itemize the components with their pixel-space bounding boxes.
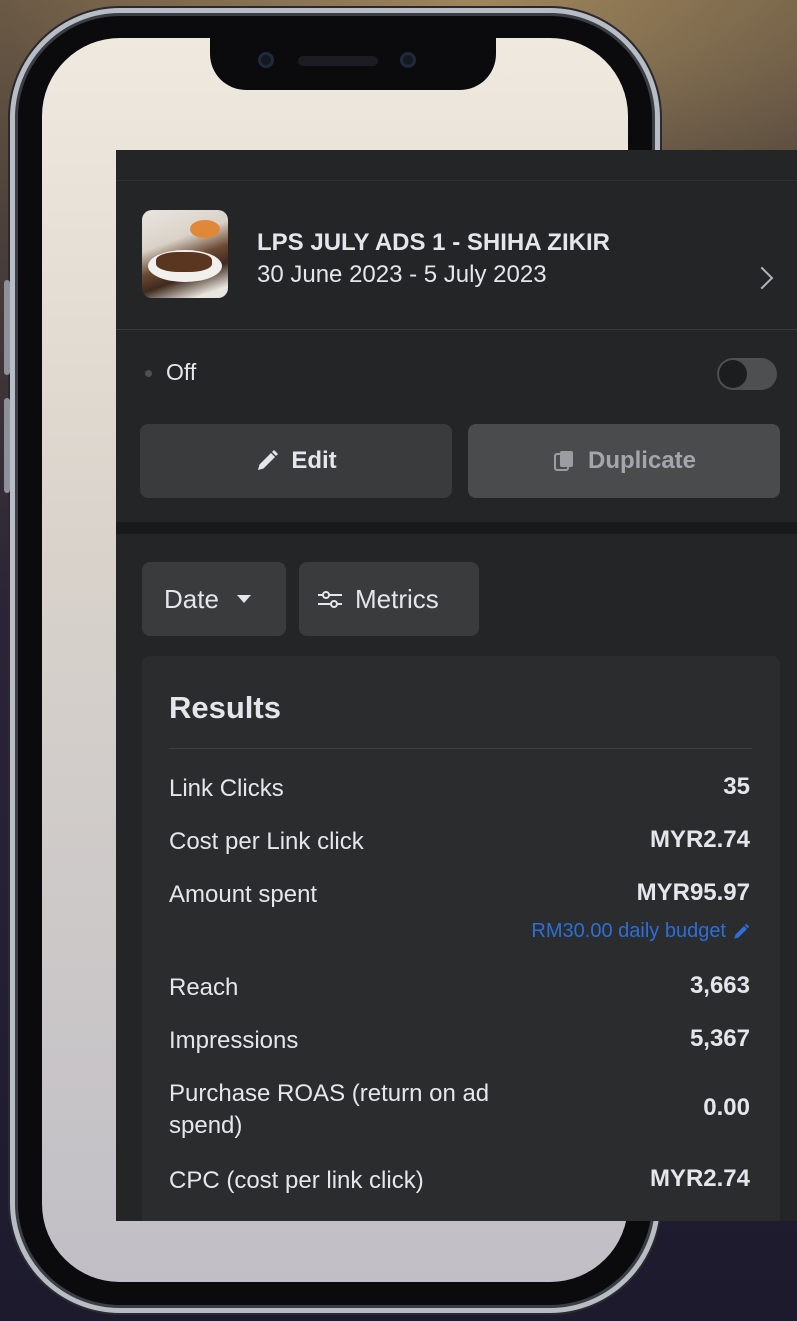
ad-status-toggle[interactable] xyxy=(717,358,777,390)
metric-label-link-clicks: Link Clicks xyxy=(169,775,284,802)
ad-summary-row[interactable]: LPS JULY ADS 1 - SHIHA ZIKIR 30 June 202… xyxy=(116,181,797,330)
phone-volume-up-button xyxy=(4,280,10,375)
ad-details-panel: LPS JULY ADS 1 - SHIHA ZIKIR 30 June 202… xyxy=(116,150,797,1221)
metric-label-amount-spent: Amount spent xyxy=(169,881,318,908)
chevron-right-icon[interactable] xyxy=(750,266,774,290)
status-dot xyxy=(145,370,152,377)
metric-value-impressions: 5,367 xyxy=(689,1025,750,1052)
phone-volume-down-button xyxy=(4,398,10,493)
results-card: Results Link Clicks 35 Cost per Link cli… xyxy=(142,656,780,1221)
metric-label-impressions: Impressions xyxy=(169,1027,299,1054)
front-camera-icon xyxy=(258,52,274,68)
duplicate-button-label: Duplicate xyxy=(587,447,697,474)
date-filter-button[interactable]: Date xyxy=(142,562,286,636)
ad-thumbnail xyxy=(142,210,228,298)
results-title: Results xyxy=(169,690,281,725)
duplicate-button[interactable]: Duplicate xyxy=(468,424,780,498)
metric-label-purchase-roas: Purchase ROAS (return on ad spend) xyxy=(169,1080,490,1140)
pencil-icon xyxy=(258,450,279,470)
metric-value-cost-per-link-click: MYR2.74 xyxy=(649,826,750,853)
metric-label-reach: Reach xyxy=(169,974,239,1001)
metric-label-cpc: CPC (cost per link click) xyxy=(169,1167,424,1194)
pencil-small-icon xyxy=(734,923,750,939)
sliders-icon xyxy=(318,591,342,608)
status-label: Off xyxy=(166,359,197,385)
metrics-filter-label: Metrics xyxy=(355,583,439,614)
toggle-knob xyxy=(719,360,747,388)
metric-value-link-clicks: 35 xyxy=(723,773,750,800)
speaker-grille xyxy=(298,56,378,66)
sensor-icon xyxy=(400,52,416,68)
edit-button[interactable]: Edit xyxy=(140,424,452,498)
daily-budget-label: RM30.00 daily budget xyxy=(531,920,726,942)
metric-value-amount-spent: MYR95.97 xyxy=(636,879,750,906)
metric-value-purchase-roas: 0.00 xyxy=(703,1094,750,1121)
ad-name: LPS JULY ADS 1 - SHIHA ZIKIR xyxy=(257,229,610,256)
ad-date-range: 30 June 2023 - 5 July 2023 xyxy=(257,261,547,288)
duplicate-icon xyxy=(553,451,573,471)
metrics-filter-button[interactable]: Metrics xyxy=(299,562,479,636)
results-divider xyxy=(169,748,752,749)
caret-down-icon xyxy=(236,595,251,603)
metric-value-reach: 3,663 xyxy=(689,972,750,999)
edit-button-label: Edit xyxy=(291,447,337,474)
section-separator xyxy=(116,522,797,534)
metric-value-cpc: MYR2.74 xyxy=(649,1165,750,1192)
daily-budget-link[interactable]: RM30.00 daily budget xyxy=(531,920,750,943)
metric-label-cost-per-link-click: Cost per Link click xyxy=(169,828,364,855)
date-filter-label: Date xyxy=(164,583,219,614)
phone-notch xyxy=(210,38,496,90)
